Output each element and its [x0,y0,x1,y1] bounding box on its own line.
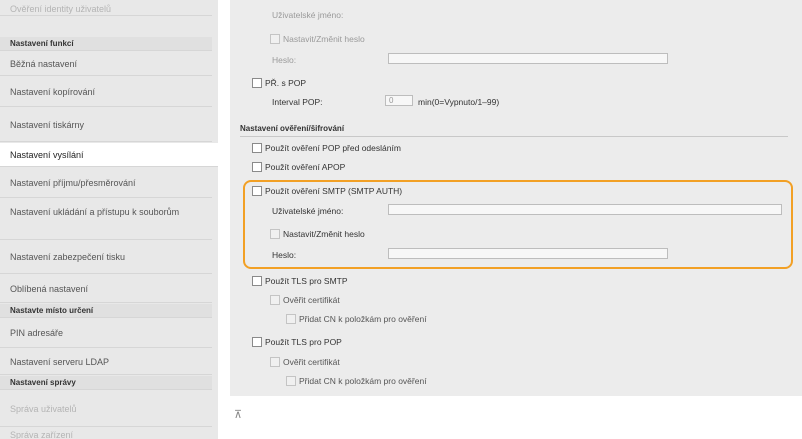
top-set-password-row[interactable]: Nastavit/Změnit heslo [270,34,365,44]
tls-smtp-add-cn-checkbox[interactable] [286,314,296,324]
sidebar-item-favorite-settings[interactable]: Oblíbená nastavení [0,275,212,303]
auth-pop-before-send-label: Použít ověření POP před odesláním [265,143,401,153]
pop-interval-unit: min(0=Vypnuto/1–99) [418,97,500,107]
sidebar-item-secure-print-settings[interactable]: Nastavení zabezpečení tisku [0,241,212,274]
sidebar-item-user-auth[interactable]: Ověření identity uživatelů [0,2,212,16]
top-password-label: Heslo: [272,55,297,65]
tls-pop-add-cn-checkbox[interactable] [286,376,296,386]
sidebar-item-receive-forward-settings[interactable]: Nastavení příjmu/přesměrování [0,168,212,198]
sidebar-item-copy-settings[interactable]: Nastavení kopírování [0,77,212,107]
tls-smtp-add-cn-label: Přidat CN k položkám pro ověření [299,314,427,324]
tls-pop-verify-checkbox[interactable] [270,357,280,367]
top-username-label: Uživatelské jméno: [272,10,344,20]
auth-apop-checkbox[interactable] [252,162,262,172]
tls-smtp-checkbox[interactable] [252,276,262,286]
smtp-auth-highlight [243,180,793,269]
sidebar-item-ldap-server[interactable]: Nastavení serveru LDAP [0,349,212,375]
sidebar-item-pin-addressbook[interactable]: PIN adresáře [0,319,212,348]
tls-pop-add-cn-label: Přidat CN k položkám pro ověření [299,376,427,386]
pop-checkbox-label: PŘ. s POP [265,78,307,88]
tls-pop-verify-label: Ověřit certifikát [283,357,340,367]
sidebar-item-common-settings[interactable]: Běžná nastavení [0,52,212,76]
tls-smtp-label: Použít TLS pro SMTP [265,276,348,286]
top-set-password-checkbox[interactable] [270,34,280,44]
sidebar-section-function-settings: Nastavení funkcí [0,37,212,51]
tls-pop-label: Použít TLS pro POP [265,337,342,347]
tls-pop-add-cn-row[interactable]: Přidat CN k položkám pro ověření [286,376,427,386]
scroll-top-icon[interactable]: ⊼ [234,408,242,421]
sidebar-section-management: Nastavení správy [0,376,212,390]
auth-pop-before-send-row[interactable]: Použít ověření POP před odesláním [252,143,401,153]
pop-interval-label: Interval POP: [272,97,323,107]
tls-smtp-verify-checkbox[interactable] [270,295,280,305]
sidebar-item-send-settings[interactable]: Nastavení vysílání [0,143,218,167]
pop-interval-input[interactable]: 0 [385,95,413,106]
sidebar-item-user-management[interactable]: Správa uživatelů [0,391,212,427]
top-password-input[interactable] [388,53,668,64]
tls-pop-checkbox[interactable] [252,337,262,347]
tls-smtp-verify-row[interactable]: Ověřit certifikát [270,295,340,305]
auth-pop-before-send-checkbox[interactable] [252,143,262,153]
sidebar-section-destination: Nastavte místo určení [0,304,212,318]
top-set-password-label: Nastavit/Změnit heslo [283,34,365,44]
tls-pop-row[interactable]: Použít TLS pro POP [252,337,342,347]
sidebar: Ověření identity uživatelů Nastavení fun… [0,0,218,439]
tls-smtp-verify-label: Ověřit certifikát [283,295,340,305]
auth-section-divider [240,136,788,137]
tls-smtp-row[interactable]: Použít TLS pro SMTP [252,276,348,286]
auth-section-title: Nastavení ověření/šifrování [240,124,345,133]
pop-checkbox[interactable] [252,78,262,88]
auth-apop-label: Použít ověření APOP [265,162,346,172]
sidebar-item-printer-settings[interactable]: Nastavení tiskárny [0,108,212,142]
sidebar-item-store-access-settings[interactable]: Nastavení ukládání a přístupu k souborům [0,199,212,240]
tls-smtp-add-cn-row[interactable]: Přidat CN k položkám pro ověření [286,314,427,324]
tls-pop-verify-row[interactable]: Ověřit certifikát [270,357,340,367]
auth-apop-row[interactable]: Použít ověření APOP [252,162,345,172]
sidebar-item-device-management[interactable]: Správa zařízení [0,428,212,439]
pop-row[interactable]: PŘ. s POP [252,78,306,88]
